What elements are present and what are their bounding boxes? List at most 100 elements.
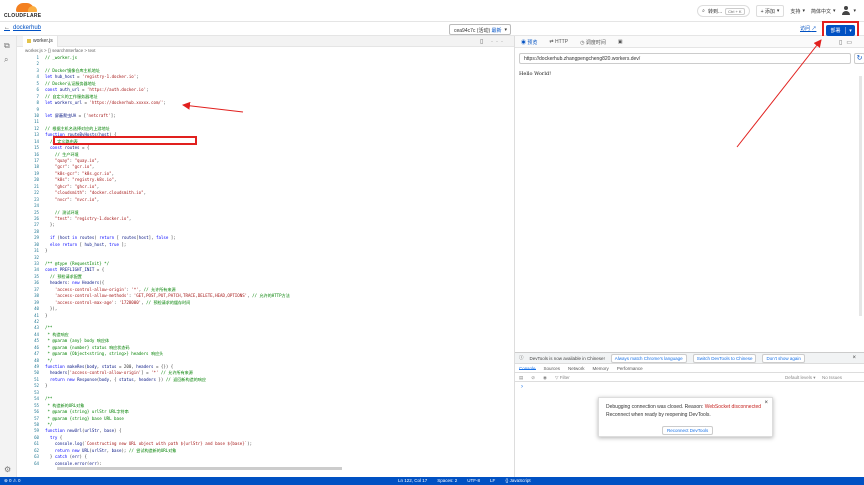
filter-input[interactable]: ▽ Filter bbox=[555, 375, 570, 380]
version-select[interactable]: cea94c7c (活动) 最新 ▾ bbox=[449, 24, 511, 35]
chevron-down-icon: ▾ bbox=[776, 8, 780, 14]
tab-performance[interactable]: Performance bbox=[617, 366, 643, 371]
add-button[interactable]: + 添加 ▾ bbox=[755, 5, 785, 17]
dialog-message: Debugging connection was closed. Reason:… bbox=[606, 403, 765, 411]
line-text: */ bbox=[45, 357, 53, 363]
tab-network[interactable]: Network bbox=[568, 366, 585, 371]
line-text: // 自定义的工作服务器地址 bbox=[45, 93, 98, 99]
log-levels-select[interactable]: Default levels ▾ bbox=[785, 375, 816, 381]
dialog-msg-2: Reconnect when ready by reopening DevToo… bbox=[606, 412, 711, 418]
chevron-down-icon: ▾ bbox=[504, 27, 507, 33]
dialog-msg-1: Debugging connection was closed. Reason: bbox=[606, 404, 704, 410]
line-text: const PREFLIGHT_INIT = { bbox=[45, 267, 105, 273]
line-text: return new Response(body, { status, head… bbox=[49, 376, 206, 382]
preview-scrollbar[interactable] bbox=[859, 76, 862, 316]
devtools-panel: ⓘ DevTools is now available in Chinese! … bbox=[515, 352, 864, 477]
refresh-icon[interactable]: ↻ bbox=[854, 53, 864, 64]
user-icon bbox=[841, 6, 851, 16]
clear-console-icon[interactable]: ⊘ bbox=[531, 375, 535, 380]
cloudflare-logo[interactable]: CLOUDFLARE bbox=[4, 3, 44, 19]
line-text: else return [ hub_host, true ]; bbox=[49, 241, 127, 247]
line-text: "ghcr": "ghcr.io", bbox=[54, 183, 100, 189]
line-text: 'access-control-allow-methods': 'GET,POS… bbox=[54, 293, 290, 299]
editor-tabs: worker.js ▯ ··· bbox=[17, 36, 514, 47]
code-area[interactable]: 1// _worker.js 2 3// Docker镜像仓库主机地址 4 let hu… bbox=[17, 55, 507, 465]
chevron-down-icon: ▾ bbox=[853, 8, 856, 14]
activity-bar: ⧉ ⌕ ⚙ bbox=[0, 36, 17, 477]
tab-http[interactable]: ⇄ HTTP bbox=[549, 39, 568, 45]
line-text: // _worker.js bbox=[45, 55, 78, 60]
tab-memory[interactable]: Memory bbox=[593, 366, 609, 371]
line-ending[interactable]: LF bbox=[490, 478, 495, 483]
console-toolbar: ▤ ⊘ ◉ ▽ Filter Default levels ▾ No Issue… bbox=[515, 373, 864, 382]
tab-schedule[interactable]: ◷ 调度时间 bbox=[580, 39, 606, 46]
tab-preview[interactable]: ◉ 预览 bbox=[521, 39, 537, 46]
line-text: }), bbox=[45, 306, 58, 312]
line-text: console.error(err); bbox=[54, 460, 102, 465]
code-line[interactable]: 64 console.error(err); bbox=[17, 461, 507, 465]
info-icon: ⓘ bbox=[519, 355, 524, 360]
line-text: headers: new Headers({ bbox=[49, 280, 105, 286]
breadcrumb-worker-name: dockerhub bbox=[13, 25, 42, 31]
external-link-icon: ↗ bbox=[811, 26, 817, 32]
switch-chinese-button[interactable]: Switch DevTools to Chinese bbox=[692, 353, 757, 363]
devtools-toggle-icon[interactable]: ▣ bbox=[618, 39, 623, 45]
preview-content: Hello World! bbox=[519, 71, 552, 77]
line-text: // 测试环境 bbox=[54, 209, 79, 215]
chevron-down-icon: ▾ bbox=[832, 8, 836, 14]
line-text: headers['access-control-allow-origin'] =… bbox=[49, 370, 193, 376]
line-text: * @param {number} status 响应状态码 bbox=[45, 344, 130, 350]
encoding[interactable]: UTF-8 bbox=[467, 478, 480, 483]
support-menu[interactable]: 支持 ▾ bbox=[790, 8, 805, 15]
panel-layout-icons[interactable]: ▯▭ bbox=[839, 39, 856, 46]
indent-setting[interactable]: Spaces: 2 bbox=[437, 478, 457, 483]
language-mode[interactable]: {} JavaScript bbox=[505, 478, 530, 483]
preview-url-input[interactable]: https://dockerhub.zhangpengcheng820.work… bbox=[519, 53, 851, 64]
line-text: } bbox=[45, 312, 48, 318]
devtools-language-banner: ⓘ DevTools is now available in Chinese! … bbox=[515, 353, 864, 364]
line-text: "nvcr": "nvcr.io", bbox=[54, 196, 100, 202]
top-bar: CLOUDFLARE ⌕ 转到... Ctrl + K + 添加 ▾ 支持 ▾ … bbox=[0, 0, 864, 22]
tab-sources[interactable]: Sources bbox=[544, 366, 561, 371]
line-number: 64 bbox=[34, 460, 39, 465]
console-prompt[interactable]: › bbox=[515, 382, 864, 392]
visit-label: 访问 bbox=[800, 26, 811, 32]
eye-icon[interactable]: ◉ bbox=[543, 375, 547, 380]
sidebar-toggle-icon[interactable]: ▤ bbox=[519, 375, 523, 380]
worker-toolbar: ← dockerhub cea94c7c (活动) 最新 ▾ 访问 ↗ bbox=[0, 22, 864, 36]
dont-show-button[interactable]: Don't show again bbox=[762, 353, 805, 363]
editor-actions[interactable]: ▯ ··· bbox=[480, 38, 506, 45]
line-text: const routes = { bbox=[49, 145, 90, 151]
line-text: } catch (err) { bbox=[45, 454, 87, 460]
editor-horizontal-scrollbar[interactable] bbox=[57, 467, 342, 470]
breadcrumb[interactable]: ← dockerhub bbox=[4, 25, 41, 31]
goto-label: 转到... bbox=[707, 8, 723, 15]
visit-link[interactable]: 访问 ↗ bbox=[800, 25, 816, 32]
line-text: * @param {Object<string, string>} header… bbox=[45, 351, 164, 357]
cloud-accent bbox=[28, 6, 37, 12]
files-icon[interactable]: ⧉ bbox=[4, 42, 12, 50]
js-file-icon bbox=[27, 38, 31, 43]
match-language-button[interactable]: Always match Chrome's language bbox=[610, 353, 687, 363]
tab-worker-js[interactable]: worker.js bbox=[23, 36, 58, 47]
gear-icon[interactable]: ⚙ bbox=[4, 466, 12, 474]
devtools-tabs: Console Sources Network Memory Performan… bbox=[515, 364, 864, 373]
line-text: /** bbox=[45, 325, 53, 331]
tab-console[interactable]: Console bbox=[519, 366, 536, 371]
search-icon[interactable]: ⌕ bbox=[4, 56, 12, 64]
goto-search[interactable]: ⌕ 转到... Ctrl + K bbox=[697, 5, 750, 17]
line-text: 'access-control-allow-origin': '*', // 允… bbox=[54, 286, 176, 292]
status-bar: ⊗ 0 ⚠ 0 Ln 122, Col 17 Spaces: 2 UTF-8 L… bbox=[0, 477, 864, 485]
line-text: }; bbox=[45, 222, 55, 228]
user-menu[interactable]: ▾ bbox=[841, 6, 856, 16]
cursor-position[interactable]: Ln 122, Col 17 bbox=[398, 478, 427, 483]
problems-count[interactable]: ⊗ 0 ⚠ 0 bbox=[4, 478, 21, 484]
line-text: * 构造响应 bbox=[45, 331, 69, 337]
line-text: let 屏蔽爬虫UA = ['netcraft']; bbox=[45, 112, 116, 118]
language-menu[interactable]: 简体中文 ▾ bbox=[811, 8, 836, 15]
close-icon[interactable]: × bbox=[764, 400, 768, 406]
tab-schedule-label: 调度时间 bbox=[585, 40, 606, 46]
reconnect-button[interactable]: Reconnect DevTools bbox=[662, 426, 714, 435]
close-icon[interactable]: × bbox=[852, 355, 856, 361]
line-text: // Docker认证服务器地址 bbox=[45, 80, 96, 86]
